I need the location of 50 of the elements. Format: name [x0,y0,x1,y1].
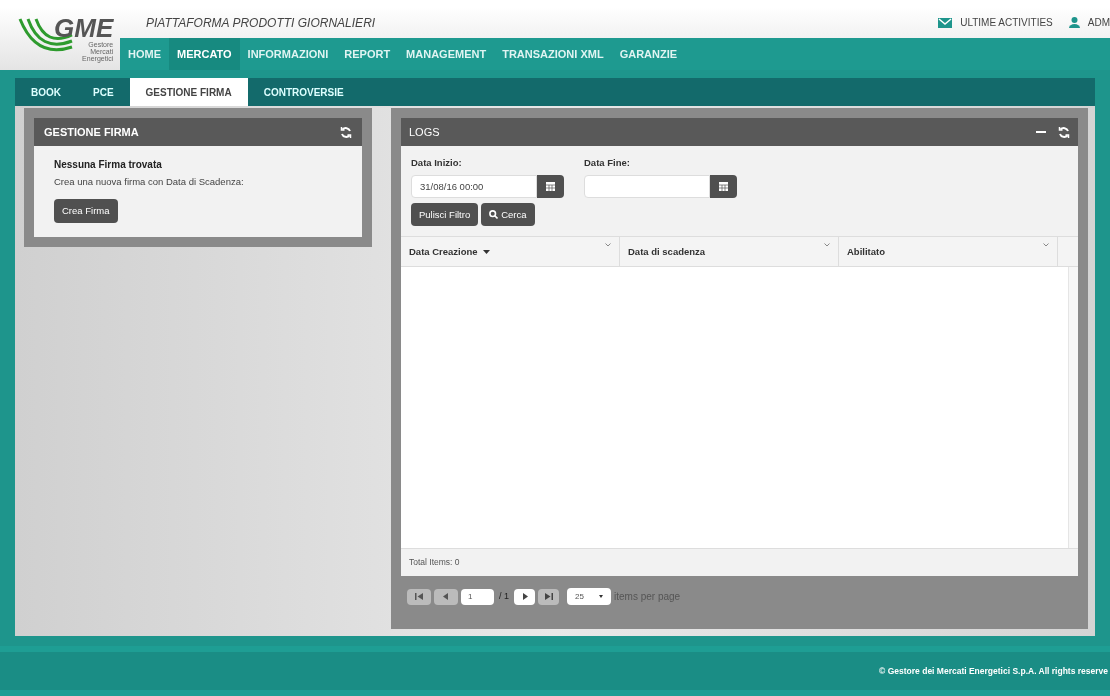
page-field[interactable]: 1 [461,588,494,605]
page-count: / 1 [498,589,510,603]
first-icon [415,593,423,600]
calendar-icon [719,182,728,192]
tab[interactable]: BOOK [15,78,77,106]
panel-title: GESTIONE FIRMA [44,124,139,140]
next-page-button[interactable] [514,588,535,605]
tab[interactable]: PCE [77,78,130,106]
platform-title: PIATTAFORMA PRODOTTI GIORNALIERI [146,14,376,32]
mail-icon [938,17,953,28]
date-field[interactable]: 31/08/16 00:00 [411,175,537,199]
date-field[interactable] [584,175,710,199]
column-header[interactable]: Data di scadenza [620,237,839,267]
page-size-select[interactable]: 25 [567,588,611,605]
search-icon [489,210,499,220]
calendar-icon [546,182,555,192]
activities-link[interactable]: ULTIME ACTIVITIES [938,15,1053,30]
last-page-button[interactable] [538,588,559,605]
total-items: Total Items: 0 [409,556,460,569]
logo-text: GME [54,15,114,41]
clear-filter-button[interactable]: Pulisci Filtro [411,203,479,227]
last-icon [544,593,553,600]
refresh-icon[interactable] [340,125,352,139]
column-header[interactable]: Data Creazione [401,237,620,267]
caret-icon [599,595,603,598]
panel-title: LOGS [409,124,440,140]
chevron-icon [605,243,611,248]
calendar-button[interactable] [537,175,564,199]
column-header[interactable]: Abilitato [839,237,1058,267]
chevron-icon [1043,243,1049,248]
field-label: Data Inizio: [411,156,463,170]
empty-heading: Nessuna Firma trovata [54,158,162,172]
refresh-icon[interactable] [1058,125,1070,139]
tab[interactable]: GESTIONE FIRMA [129,78,248,106]
previous-page-button[interactable] [434,588,458,605]
search-button[interactable]: Cerca [481,203,535,227]
left-triangle-icon [442,593,450,600]
first-page-button[interactable] [407,588,431,605]
chevron-icon [824,243,830,248]
create-button[interactable]: Crea Firma [54,199,118,224]
tab[interactable]: CONTROVERSIE [247,78,360,106]
user-link[interactable]: ADM [1068,15,1110,30]
calendar-button[interactable] [710,175,737,199]
nav-item[interactable]: MERCATO [169,38,240,70]
copyright-text: © Gestore dei Mercati Energetici S.p.A. All rights reserve [879,664,1109,678]
field-label: Data Fine: [584,156,631,170]
panel-text: Crea una nuova firma con Data di Scadenza: [54,175,244,189]
scrollbar[interactable] [1068,267,1078,548]
user-icon [1068,17,1080,28]
right-triangle-icon [520,593,529,600]
